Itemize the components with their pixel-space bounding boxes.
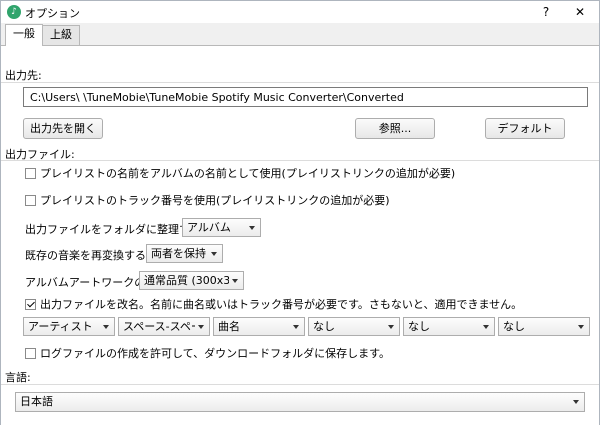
chevron-down-icon — [483, 325, 489, 329]
app-music-icon: ♪ — [7, 5, 21, 19]
chevron-down-icon — [573, 400, 579, 404]
chevron-down-icon — [388, 325, 394, 329]
output-path-field[interactable]: C:\Users\ \TuneMobie\TuneMobie Spotify M… — [23, 87, 588, 107]
reconvert-value: 両者を保持 — [151, 247, 206, 260]
language-dropdown[interactable]: 日本語 — [15, 392, 585, 412]
use-album-name-label: プレイリストの名前をアルバムの名前として使用(プレイリストリンクの追加が必要) — [40, 167, 456, 180]
chevron-down-icon — [198, 325, 204, 329]
rename-checkbox[interactable] — [25, 299, 36, 310]
rename-label: 出力ファイルを改名。名前に曲名或いはトラック番号が必要です。さもないと、適用でき… — [40, 298, 523, 311]
chevron-down-icon — [232, 279, 238, 283]
rename-field-3-value: 曲名 — [218, 320, 240, 333]
default-button[interactable]: デフォルト — [485, 118, 565, 139]
section-divider — [1, 384, 599, 385]
log-checkbox[interactable] — [25, 348, 36, 359]
reconvert-label: 既存の音楽を再変換する時: — [25, 249, 161, 262]
chevron-down-icon — [293, 325, 299, 329]
tab-general[interactable]: 一般 — [5, 24, 43, 46]
rename-field-5-value: なし — [408, 320, 430, 333]
rename-field-4-value: なし — [313, 320, 335, 333]
language-value: 日本語 — [20, 395, 53, 408]
chevron-down-icon — [249, 226, 255, 230]
rename-field-2-value: スペース-スペース — [123, 320, 195, 333]
rename-field-6-value: なし — [503, 320, 525, 333]
output-section-label: 出力先: — [5, 69, 42, 82]
language-section-label: 言語: — [5, 371, 31, 384]
chevron-down-icon — [578, 325, 584, 329]
rename-field-2-dropdown[interactable]: スペース-スペース — [118, 317, 210, 336]
log-label: ログファイルの作成を許可して、ダウンロードフォルダに保存します。 — [40, 347, 391, 360]
artwork-value: 通常品質 (300x300) — [144, 274, 229, 287]
tab-advanced[interactable]: 上級 — [42, 25, 80, 45]
rename-field-5-dropdown[interactable]: なし — [403, 317, 495, 336]
use-track-number-checkbox[interactable] — [25, 195, 36, 206]
artwork-dropdown[interactable]: 通常品質 (300x300) — [139, 271, 244, 290]
organize-dropdown[interactable]: アルバム — [182, 218, 261, 237]
use-album-name-row[interactable]: プレイリストの名前をアルバムの名前として使用(プレイリストリンクの追加が必要) — [25, 167, 455, 181]
rename-field-4-dropdown[interactable]: なし — [308, 317, 400, 336]
rename-field-3-dropdown[interactable]: 曲名 — [213, 317, 305, 336]
close-button[interactable]: ✕ — [567, 3, 593, 21]
title-bar: ♪ オプション ? ✕ — [1, 1, 599, 23]
rename-field-1-value: アーティスト — [28, 320, 93, 333]
rename-row[interactable]: 出力ファイルを改名。名前に曲名或いはトラック番号が必要です。さもないと、適用でき… — [25, 298, 522, 312]
chevron-down-icon — [103, 325, 109, 329]
open-output-button[interactable]: 出力先を開く — [23, 118, 103, 139]
use-track-number-row[interactable]: プレイリストのトラック番号を使用(プレイリストリンクの追加が必要) — [25, 194, 390, 208]
options-window: ♪ オプション ? ✕ 一般 上級 出力先: C:\Users\ \TuneMo… — [0, 0, 600, 425]
window-title: オプション — [25, 7, 80, 20]
tab-bar: 一般 上級 — [1, 24, 599, 46]
log-row[interactable]: ログファイルの作成を許可して、ダウンロードフォルダに保存します。 — [25, 347, 390, 361]
organize-value: アルバム — [187, 221, 231, 234]
use-album-name-checkbox[interactable] — [25, 168, 36, 179]
chevron-down-icon — [211, 252, 217, 256]
reconvert-dropdown[interactable]: 両者を保持 — [146, 244, 223, 263]
section-divider — [1, 82, 599, 83]
rename-field-6-dropdown[interactable]: なし — [498, 317, 590, 336]
browse-button[interactable]: 参照... — [355, 118, 435, 139]
general-panel: 出力先: C:\Users\ \TuneMobie\TuneMobie Spot… — [1, 45, 599, 425]
use-track-number-label: プレイリストのトラック番号を使用(プレイリストリンクの追加が必要) — [40, 194, 390, 207]
rename-field-1-dropdown[interactable]: アーティスト — [23, 317, 115, 336]
section-divider — [1, 160, 599, 161]
help-button[interactable]: ? — [533, 3, 559, 21]
